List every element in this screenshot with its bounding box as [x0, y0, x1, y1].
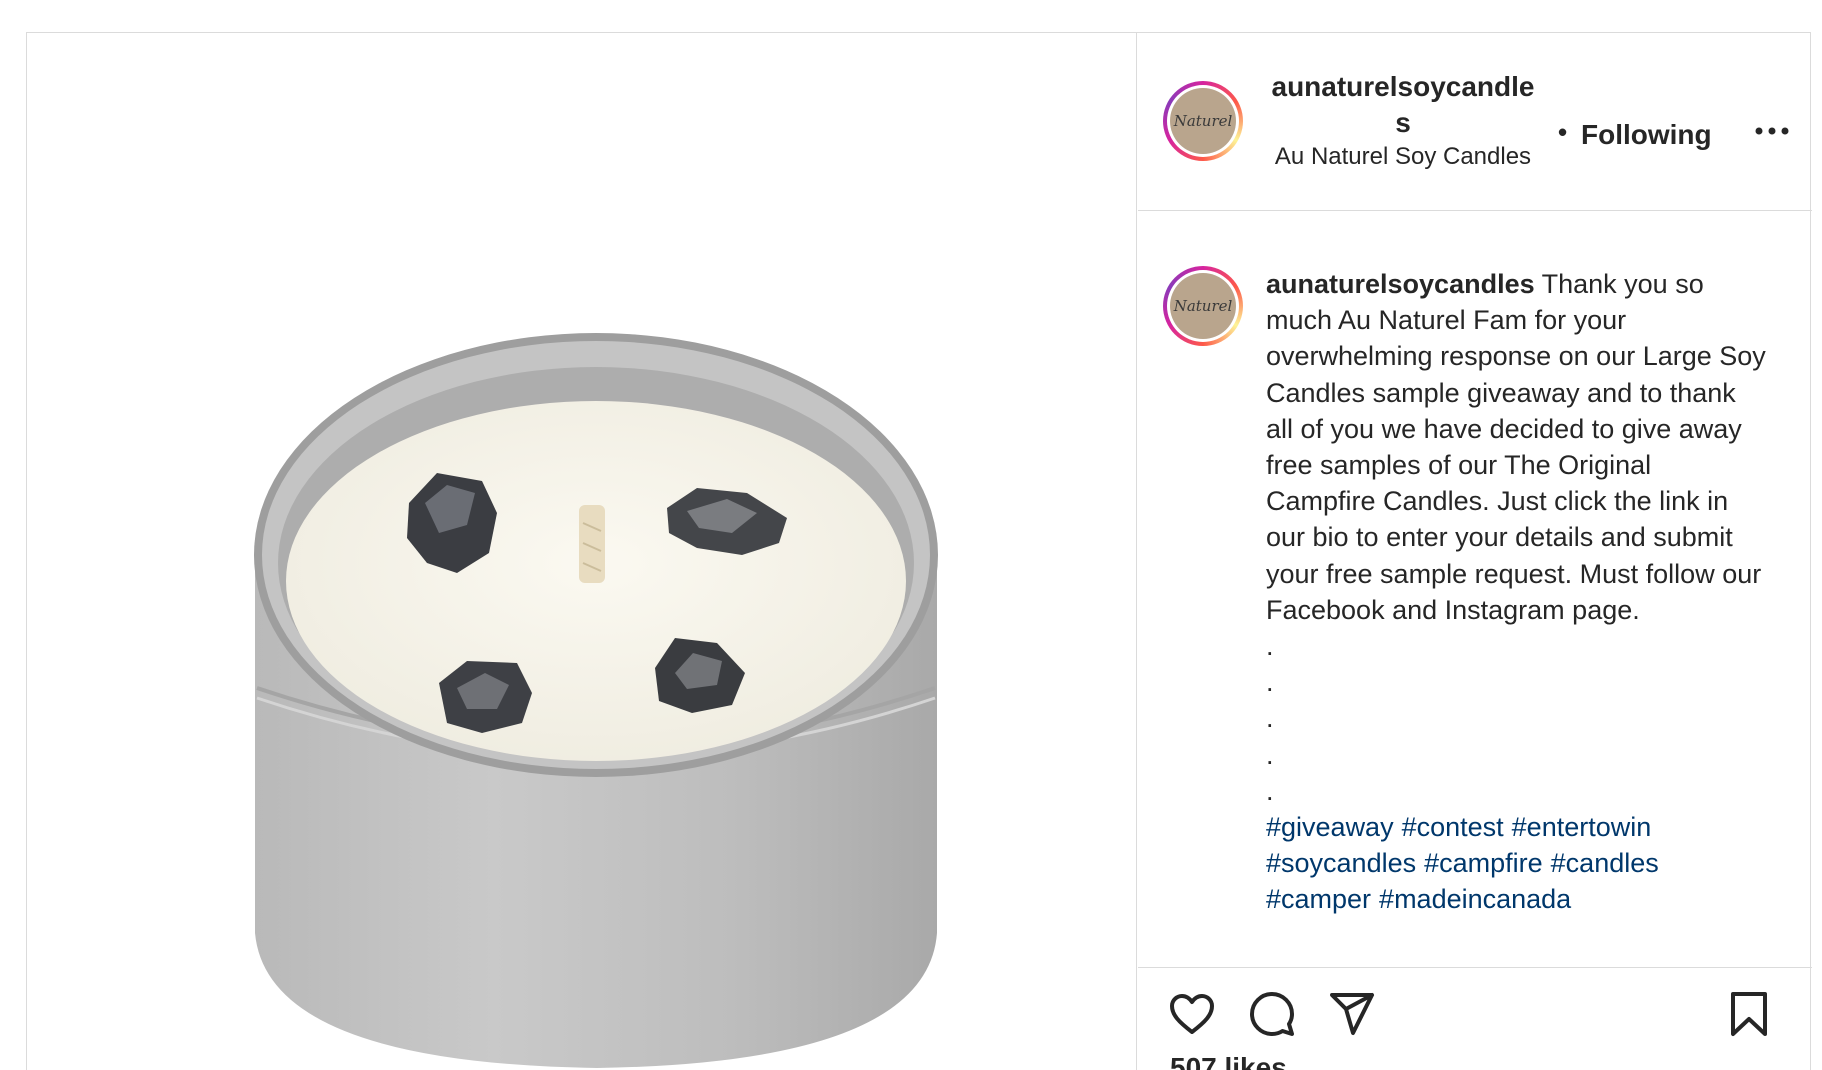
- hashtag-link[interactable]: #soycandles: [1266, 848, 1416, 878]
- post-image[interactable]: [27, 33, 1137, 1070]
- avatar-logo-text: Naturel: [1170, 88, 1236, 154]
- caption-dot: .: [1266, 631, 1274, 662]
- caption-dot: .: [1266, 703, 1274, 734]
- candle-tin-image: [254, 333, 938, 1068]
- hashtag-link[interactable]: #contest: [1402, 812, 1504, 842]
- action-bar: 507 likes: [1138, 968, 1812, 1070]
- caption-dot: .: [1266, 739, 1274, 770]
- username-line-1: aunaturelsoycandle: [1271, 71, 1535, 102]
- caption-section: Naturel aunaturelsoycandles Thank you so…: [1138, 212, 1812, 968]
- caption: aunaturelsoycandles Thank you so much Au…: [1266, 266, 1766, 918]
- caption-dots: . . . . .: [1266, 628, 1766, 809]
- heart-icon[interactable]: [1166, 988, 1218, 1040]
- hashtag-link[interactable]: #candles: [1551, 848, 1659, 878]
- hashtag-link[interactable]: #campfire: [1424, 848, 1543, 878]
- following-button[interactable]: Following: [1581, 119, 1712, 151]
- post-card: Naturel aunaturelsoycandle s Au Naturel …: [26, 32, 1812, 1070]
- caption-avatar[interactable]: Naturel: [1163, 266, 1243, 346]
- post-header: Naturel aunaturelsoycandle s Au Naturel …: [1138, 33, 1812, 211]
- separator-dot: •: [1558, 117, 1568, 147]
- post-sidebar: Naturel aunaturelsoycandle s Au Naturel …: [1138, 33, 1812, 1070]
- caption-avatar-logo-text: Naturel: [1170, 273, 1236, 339]
- caption-username[interactable]: aunaturelsoycandles: [1266, 269, 1535, 299]
- display-name: Au Naturel Soy Candles: [1274, 143, 1532, 170]
- comment-icon[interactable]: [1246, 988, 1298, 1040]
- send-icon[interactable]: [1326, 988, 1378, 1040]
- username-line-2: s: [1395, 107, 1411, 138]
- hashtag-link[interactable]: #camper: [1266, 884, 1371, 914]
- like-count[interactable]: 507 likes: [1170, 1052, 1287, 1070]
- bookmark-icon[interactable]: [1723, 988, 1775, 1040]
- hashtags: #giveaway #contest #entertowin #soycandles…: [1266, 809, 1766, 918]
- caption-text: Thank you so much Au Naturel Fam for you…: [1266, 269, 1766, 625]
- more-options-icon[interactable]: [1752, 111, 1792, 151]
- username-link[interactable]: aunaturelsoycandle s: [1266, 69, 1540, 141]
- hashtag-link[interactable]: #madeincanada: [1379, 884, 1571, 914]
- caption-dot: .: [1266, 775, 1274, 806]
- avatar[interactable]: Naturel: [1163, 81, 1243, 161]
- caption-dot: .: [1266, 667, 1274, 698]
- hashtag-link[interactable]: #entertowin: [1512, 812, 1652, 842]
- hashtag-link[interactable]: #giveaway: [1266, 812, 1394, 842]
